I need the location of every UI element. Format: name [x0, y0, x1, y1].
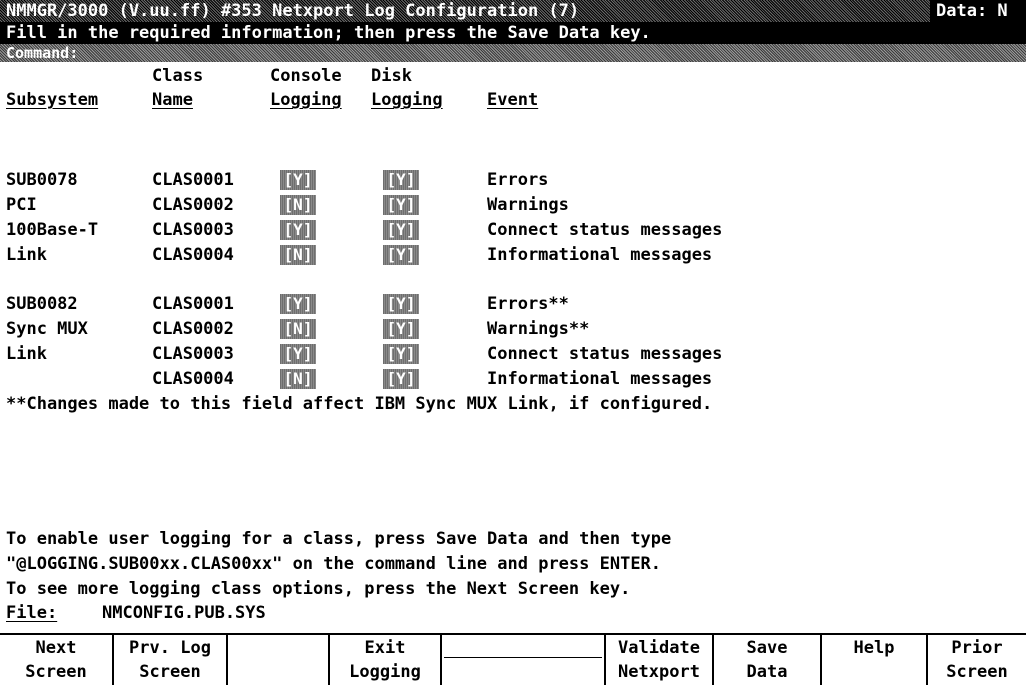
key-divider [444, 657, 602, 658]
disk-logging-field[interactable]: [Y] [383, 344, 419, 364]
disk-logging-field[interactable]: [Y] [383, 195, 419, 215]
col-subsystem: Subsystem [6, 90, 99, 110]
fkey-label: Prv. Log [129, 638, 211, 658]
fkey-label: Exit [364, 638, 406, 658]
help-line-1: To enable user logging for a class, pres… [6, 529, 672, 549]
command-label: Command: [6, 44, 79, 62]
fkey-label: Screen [139, 662, 201, 682]
col-event: Event [487, 90, 539, 110]
row-event: Informational messages [487, 369, 713, 389]
validate-netxport-key[interactable]: Validate Netxport [606, 635, 714, 685]
row-subsystem: 100Base-T [6, 220, 99, 240]
col-disk-line2: Logging [371, 90, 443, 110]
row-subsystem: PCI [6, 195, 37, 215]
col-class-line2: Name [152, 90, 193, 110]
disk-logging-field[interactable]: [Y] [383, 220, 419, 240]
row-event: Errors** [487, 294, 569, 314]
row-class: CLAS0001 [152, 170, 234, 190]
file-label: File: [6, 603, 58, 623]
row-subsystem: Link [6, 245, 47, 265]
fkey-label: Screen [946, 662, 1008, 682]
title-bar: NMMGR/3000 (V.uu.ff) #353 Netxport Log C… [0, 0, 1026, 22]
row-class: CLAS0002 [152, 319, 234, 339]
data-flag: Data: N [936, 1, 1008, 21]
console-logging-field[interactable]: [Y] [280, 344, 316, 364]
row-class: CLAS0004 [152, 245, 234, 265]
command-line[interactable]: Command: [0, 44, 1026, 62]
footnote: **Changes made to this field affect IBM … [6, 394, 713, 414]
col-console-line2: Logging [270, 90, 342, 110]
row-event: Connect status messages [487, 344, 723, 364]
col-class-line1: Class [152, 66, 204, 86]
row-subsystem: Sync MUX [6, 319, 88, 339]
row-class: CLAS0004 [152, 369, 234, 389]
console-logging-field[interactable]: [N] [280, 195, 316, 215]
help-line-3: To see more logging class options, press… [6, 579, 631, 599]
save-data-key[interactable]: Save Data [714, 635, 822, 685]
row-class: CLAS0003 [152, 344, 234, 364]
help-key[interactable]: Help [822, 635, 928, 685]
prev-log-screen-key[interactable]: Prv. Log Screen [114, 635, 228, 685]
row-class: CLAS0002 [152, 195, 234, 215]
instruction-bar: Fill in the required information; then p… [0, 22, 1026, 44]
disk-logging-field[interactable]: [Y] [383, 245, 419, 265]
console-logging-field[interactable]: [Y] [280, 220, 316, 240]
fkey-label: Data [746, 662, 788, 682]
fkey-label: Help [853, 638, 895, 658]
screen-title: NMMGR/3000 (V.uu.ff) #353 Netxport Log C… [6, 1, 580, 21]
help-line-2: "@LOGGING.SUB00xx.CLAS00xx" on the comma… [6, 554, 662, 574]
exit-logging-key[interactable]: Exit Logging [330, 635, 442, 685]
row-event: Errors [487, 170, 549, 190]
blank-key-3[interactable] [228, 635, 330, 685]
row-subsystem: SUB0082 [6, 294, 78, 314]
blank-key-5[interactable] [442, 635, 606, 685]
disk-logging-field[interactable]: [Y] [383, 319, 419, 339]
col-disk-line1: Disk [371, 66, 412, 86]
row-subsystem: Link [6, 344, 47, 364]
disk-logging-field[interactable]: [Y] [383, 294, 419, 314]
next-screen-key[interactable]: Next Screen [0, 635, 114, 685]
fkey-label: Prior [951, 638, 1003, 658]
function-key-bar: Next Screen Prv. Log Screen Exit Logging… [0, 633, 1026, 687]
fkey-label: Screen [25, 662, 87, 682]
row-class: CLAS0001 [152, 294, 234, 314]
console-logging-field[interactable]: [N] [280, 369, 316, 389]
fkey-label: Next [35, 638, 77, 658]
row-event: Warnings [487, 195, 569, 215]
row-event: Warnings** [487, 319, 590, 339]
fkey-label: Validate [618, 638, 700, 658]
console-logging-field[interactable]: [N] [280, 319, 316, 339]
col-console-line1: Console [270, 66, 342, 86]
disk-logging-field[interactable]: [Y] [383, 369, 419, 389]
row-event: Connect status messages [487, 220, 723, 240]
row-subsystem: SUB0078 [6, 170, 78, 190]
fkey-label: Logging [349, 662, 421, 682]
file-name: NMCONFIG.PUB.SYS [102, 603, 266, 623]
console-logging-field[interactable]: [Y] [280, 170, 316, 190]
console-logging-field[interactable]: [Y] [280, 294, 316, 314]
disk-logging-field[interactable]: [Y] [383, 170, 419, 190]
fkey-label: Save [746, 638, 788, 658]
fkey-label: Netxport [618, 662, 700, 682]
row-class: CLAS0003 [152, 220, 234, 240]
row-event: Informational messages [487, 245, 713, 265]
prior-screen-key[interactable]: Prior Screen [928, 635, 1026, 685]
instruction-text: Fill in the required information; then p… [6, 23, 651, 43]
console-logging-field[interactable]: [N] [280, 245, 316, 265]
